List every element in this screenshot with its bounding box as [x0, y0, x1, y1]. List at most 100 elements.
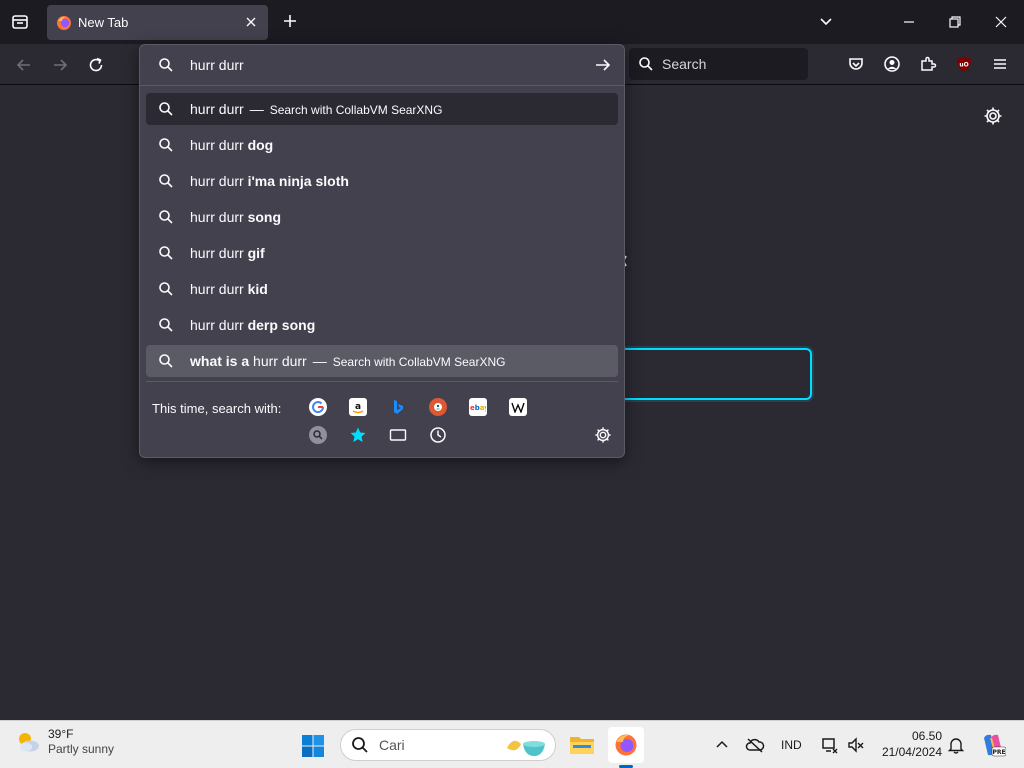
history-icon[interactable]: [429, 426, 447, 444]
oneoff-divider: [146, 381, 618, 382]
weather-text: 39°F Partly sunny: [48, 727, 114, 757]
search-icon: [159, 210, 173, 224]
result-text: hurr durr dog: [190, 137, 273, 153]
start-button[interactable]: [300, 733, 326, 759]
result-text: hurr durr i'ma ninja sloth: [190, 173, 349, 189]
firefox-favicon-icon: [57, 15, 71, 30]
gear-icon: [984, 107, 1002, 125]
searxng-icon[interactable]: [309, 426, 327, 444]
search-settings-button[interactable]: [593, 425, 613, 445]
result-text: hurr durr derp song: [190, 317, 315, 333]
wikipedia-icon[interactable]: [509, 398, 527, 416]
search-icon: [159, 58, 173, 72]
result-text: hurr durr song: [190, 209, 281, 225]
weather-widget[interactable]: 39°F Partly sunny: [14, 727, 114, 757]
volume-tray-button[interactable]: [846, 735, 866, 755]
account-button[interactable]: [881, 53, 903, 75]
reload-button[interactable]: [84, 53, 108, 77]
clock-date: 21/04/2024: [881, 745, 942, 759]
tab-close-button[interactable]: [243, 14, 259, 30]
app-menu-button[interactable]: [989, 53, 1011, 75]
copilot-button[interactable]: PRE: [980, 732, 1006, 758]
result-text: hurr durr kid: [190, 281, 268, 297]
reload-icon: [89, 57, 103, 72]
search-icon: [159, 102, 173, 116]
copilot-icon: PRE: [984, 734, 1006, 757]
result-suffix: derp song: [247, 317, 316, 333]
search-icon: [159, 246, 173, 260]
tabs-icon[interactable]: [389, 426, 407, 444]
forward-button[interactable]: [48, 53, 72, 77]
window-close-button[interactable]: [989, 10, 1013, 34]
result-row[interactable]: hurr durr derp song: [146, 309, 618, 341]
newtab-settings-button[interactable]: [982, 105, 1004, 127]
account-icon: [884, 56, 900, 72]
search-bar[interactable]: Search: [629, 48, 808, 80]
firefox-taskbar-button[interactable]: [608, 727, 644, 763]
google-logo-icon: [312, 401, 325, 414]
ublock-origin-button[interactable]: uO: [953, 53, 975, 75]
ebay-icon[interactable]: ebay: [469, 398, 487, 416]
duckduckgo-icon[interactable]: [429, 398, 447, 416]
result-query: hurr durr: [190, 101, 244, 117]
tab-new-tab[interactable]: New Tab: [47, 5, 268, 40]
network-tray-button[interactable]: [820, 735, 840, 755]
onedrive-tray-button[interactable]: [744, 735, 766, 755]
result-suffix: kid: [247, 281, 268, 297]
cloud-offline-icon: [745, 738, 765, 753]
star-icon: [350, 427, 366, 442]
result-prefix: what is a: [190, 353, 250, 369]
window-restore-button[interactable]: [943, 10, 967, 34]
window-minimize-button[interactable]: [897, 10, 921, 34]
close-icon: [995, 16, 1007, 28]
google-icon[interactable]: [309, 398, 327, 416]
notifications-button[interactable]: [946, 735, 966, 755]
pocket-button[interactable]: [845, 53, 867, 75]
result-row[interactable]: what is a hurr durr — Search with CollabVM…: [146, 345, 618, 377]
arrow-right-icon: [54, 59, 68, 71]
network-icon: [822, 738, 838, 754]
file-explorer-button[interactable]: [568, 731, 596, 759]
bookmarks-icon[interactable]: [349, 426, 367, 444]
show-hidden-icons-button[interactable]: [712, 735, 732, 755]
list-all-tabs-button[interactable]: [815, 10, 837, 32]
result-row[interactable]: hurr durr — Search with CollabVM SearXNG: [146, 93, 618, 125]
close-icon: [246, 17, 256, 27]
result-row[interactable]: hurr durr song: [146, 201, 618, 233]
search-placeholder: Search: [662, 56, 707, 72]
result-suffix: i'ma ninja sloth: [247, 173, 349, 189]
result-row[interactable]: hurr durr dog: [146, 129, 618, 161]
searxng-logo-icon: [313, 430, 323, 440]
language-indicator[interactable]: IND: [781, 738, 802, 752]
result-query: hurr durr: [253, 353, 307, 369]
back-button[interactable]: [12, 53, 36, 77]
result-row[interactable]: hurr durr gif: [146, 237, 618, 269]
taskbar-search[interactable]: Cari: [340, 729, 556, 761]
result-query: hurr durr: [190, 245, 244, 261]
result-row[interactable]: hurr durr i'ma ninja sloth: [146, 165, 618, 197]
firefox-view-button[interactable]: [9, 11, 31, 33]
arrow-right-icon: [596, 59, 611, 71]
weather-condition: Partly sunny: [48, 742, 115, 756]
result-text: hurr durr gif: [190, 245, 265, 261]
new-tab-button[interactable]: [279, 10, 301, 32]
search-icon: [639, 57, 653, 71]
pocket-icon: [849, 58, 863, 70]
extensions-button[interactable]: [917, 53, 939, 75]
result-text: hurr durr — Search with CollabVM SearXNG: [190, 101, 442, 117]
gear-icon: [595, 427, 611, 443]
search-icon: [159, 318, 173, 332]
svg-text:a: a: [355, 402, 361, 412]
bing-logo-icon: [394, 400, 403, 414]
system-clock[interactable]: 06.50 21/04/2024: [874, 728, 942, 760]
firefox-logo-icon: [615, 734, 637, 756]
chevron-up-icon: [716, 740, 728, 748]
go-button[interactable]: [592, 54, 614, 76]
url-input[interactable]: hurr durr: [140, 45, 624, 85]
clock-icon: [430, 427, 446, 443]
result-row[interactable]: hurr durr kid: [146, 273, 618, 305]
urlbar-divider: [140, 85, 624, 86]
bing-icon[interactable]: [389, 398, 407, 416]
result-separator: —: [249, 101, 264, 117]
amazon-icon[interactable]: a: [349, 398, 367, 416]
